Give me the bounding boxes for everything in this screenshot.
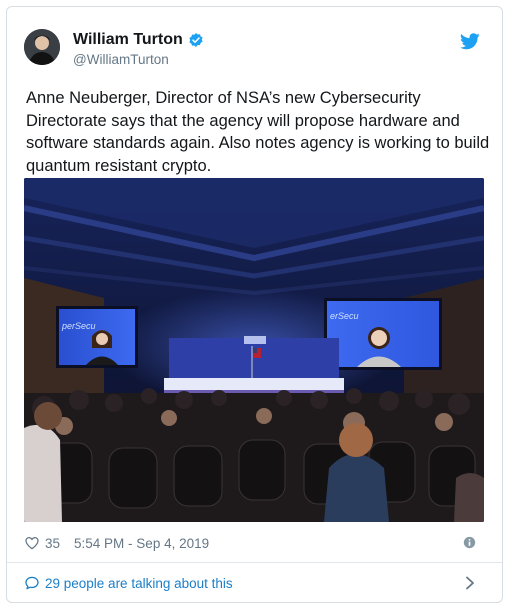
verified-badge-icon — [189, 33, 203, 47]
display-name[interactable]: William Turton — [73, 31, 183, 49]
speech-bubble-icon — [25, 576, 39, 590]
divider — [7, 562, 502, 563]
tweet-meta: 35 5:54 PM - Sep 4, 2019 — [24, 533, 485, 553]
twitter-bird-icon[interactable] — [460, 33, 480, 50]
tweet-text: Anne Neuberger, Director of NSA’s new Cy… — [26, 89, 490, 175]
timestamp[interactable]: 5:54 PM - Sep 4, 2019 — [74, 536, 209, 551]
heart-icon[interactable] — [24, 535, 40, 551]
conversation-count-label[interactable]: 29 people are talking about this — [45, 576, 233, 591]
avatar[interactable] — [24, 29, 60, 65]
like-count[interactable]: 35 — [45, 536, 60, 551]
author-name-row[interactable]: William Turton — [73, 31, 204, 49]
info-icon[interactable] — [463, 536, 476, 549]
conversation-link[interactable]: 29 people are talking about this — [24, 572, 485, 594]
tweet-photo[interactable]: perSecu erSecu — [24, 178, 484, 522]
tweet-card: William Turton @WilliamTurton Anne Neube… — [6, 6, 503, 603]
user-handle[interactable]: @WilliamTurton — [73, 52, 169, 67]
left-screen-text: perSecu — [61, 321, 96, 331]
chevron-right-icon[interactable] — [465, 576, 475, 590]
right-screen-text: erSecu — [330, 311, 359, 321]
